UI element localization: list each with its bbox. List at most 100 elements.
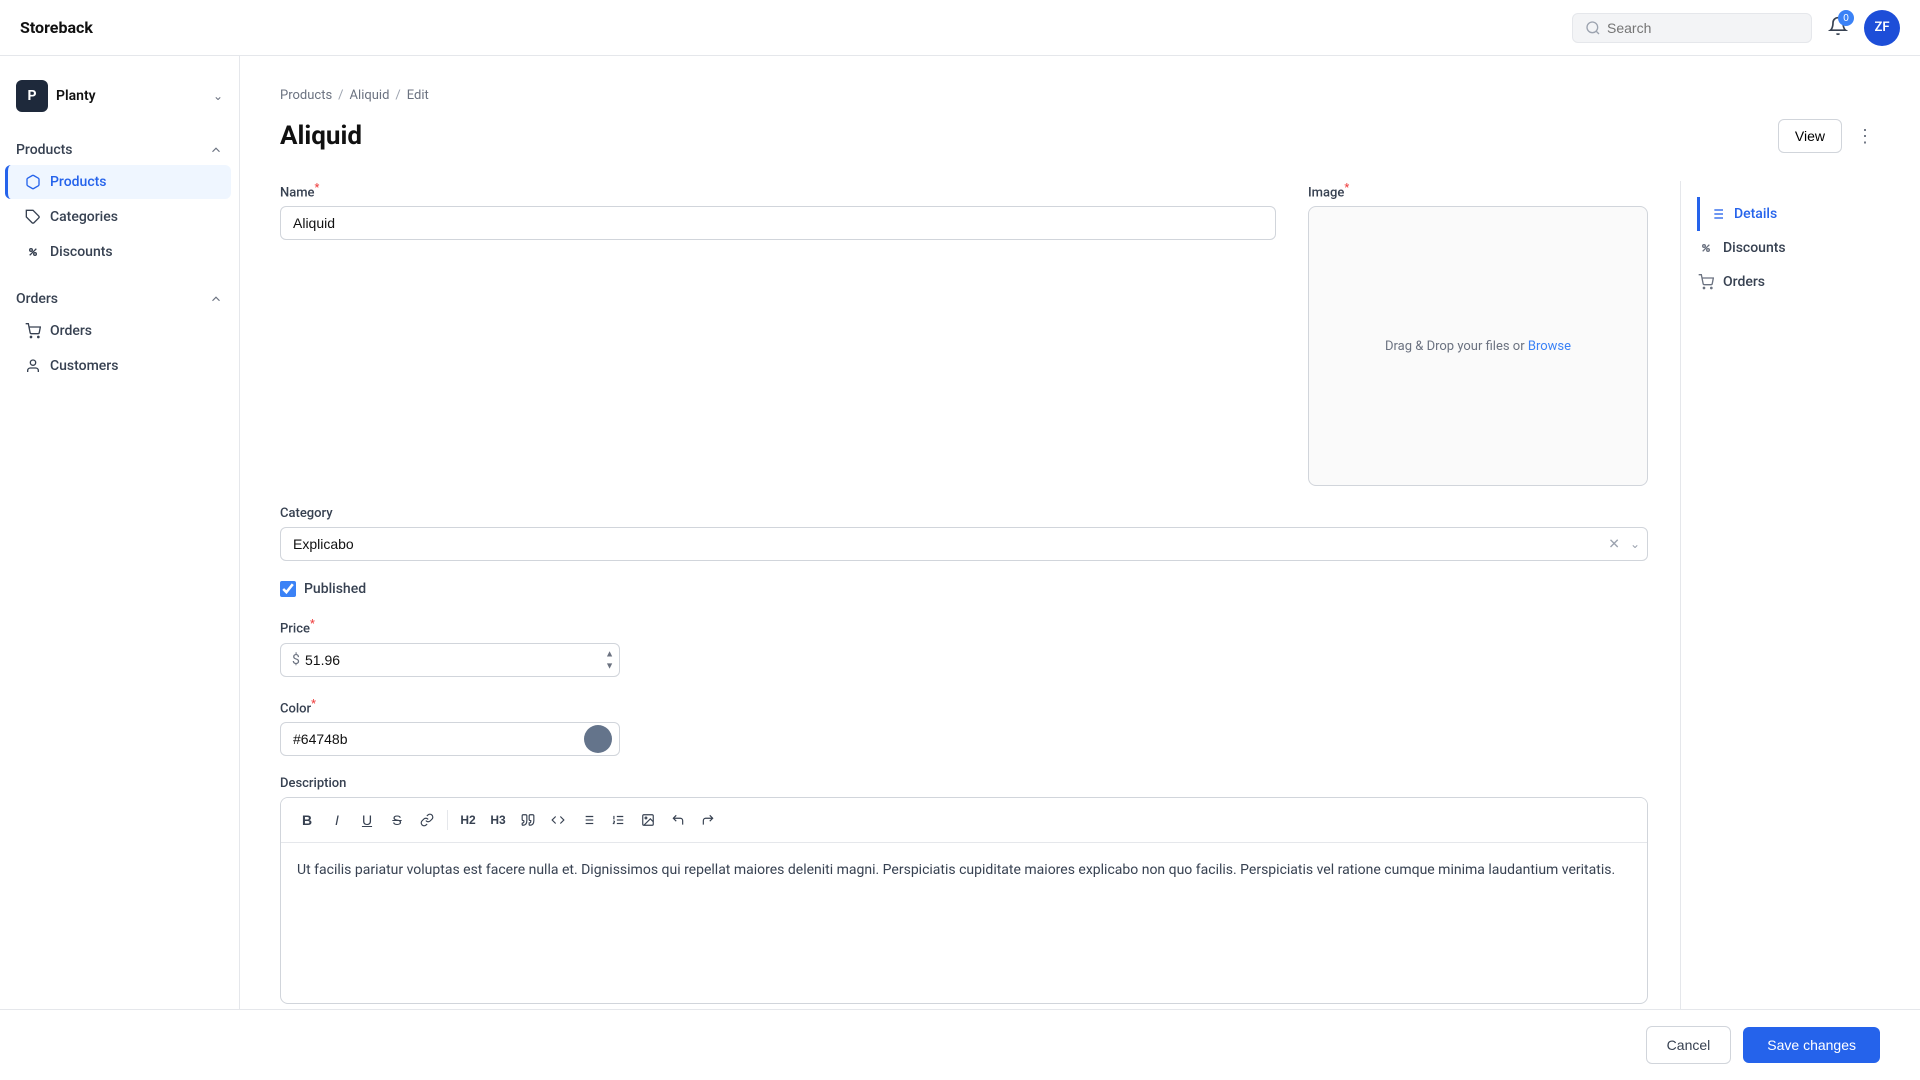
editor-container: B I U S H2 H3 (280, 797, 1648, 1004)
bullet-list-button[interactable] (574, 806, 602, 834)
right-sidebar-details[interactable]: Details (1697, 197, 1864, 231)
right-sidebar-orders[interactable]: Orders (1697, 265, 1864, 299)
undo-button[interactable] (664, 806, 692, 834)
select-clear-button[interactable]: ✕ (1608, 536, 1620, 553)
search-input[interactable] (1607, 20, 1799, 36)
price-spinners: ▲ ▼ (603, 648, 616, 671)
toolbar-separator (447, 810, 448, 830)
sidebar-orders-label: Orders (50, 323, 92, 339)
name-input[interactable] (280, 206, 1276, 240)
notification-badge: 0 (1838, 10, 1854, 26)
cart-icon (24, 322, 42, 340)
price-down-button[interactable]: ▼ (603, 660, 616, 671)
breadcrumb: Products / Aliquid / Edit (280, 88, 1880, 103)
search-box[interactable] (1572, 13, 1812, 43)
box-icon (24, 173, 42, 191)
orders-rs-icon (1697, 273, 1715, 291)
bottom-bar: Cancel Save changes (0, 1009, 1920, 1080)
workspace-name: Planty (56, 88, 96, 104)
form-area: Name* Image* Drag & Drop your files or B… (280, 181, 1880, 1009)
topbar: Storeback 0 ZF (0, 0, 1920, 56)
redo-button[interactable] (694, 806, 722, 834)
color-input[interactable] (280, 722, 620, 756)
sidebar-products-label: Products (50, 174, 107, 190)
category-select-wrapper: Explicabo ✕ ⌄ (280, 527, 1648, 561)
color-swatch-button[interactable] (584, 725, 612, 753)
bold-button[interactable]: B (293, 806, 321, 834)
workspace-selector[interactable]: P Planty ⌄ (0, 72, 239, 120)
sidebar-discounts-label: Discounts (50, 244, 113, 260)
code-button[interactable] (544, 806, 572, 834)
description-group: Description B I U S H2 (280, 776, 1648, 1004)
category-select[interactable]: Explicabo (280, 527, 1648, 561)
form-left: Name* Image* Drag & Drop your files or B… (280, 181, 1648, 1009)
sidebar-item-orders[interactable]: Orders (8, 314, 231, 348)
user-icon (24, 357, 42, 375)
currency-symbol: $ (292, 652, 300, 668)
page-actions: View ⋮ (1778, 119, 1880, 153)
italic-button[interactable]: I (323, 806, 351, 834)
color-input-wrapper (280, 722, 620, 756)
h2-button[interactable]: H2 (454, 806, 482, 834)
price-input-wrapper: $ ▲ ▼ (280, 643, 620, 677)
price-up-button[interactable]: ▲ (603, 648, 616, 659)
image-label: Image* (1308, 181, 1648, 200)
discount-rs-icon (1697, 239, 1715, 257)
sidebar-item-discounts[interactable]: Discounts (8, 235, 231, 269)
sidebar-orders-section[interactable]: Orders (0, 285, 239, 313)
search-icon (1585, 20, 1601, 36)
notification-button[interactable]: 0 (1824, 12, 1852, 43)
price-group: Price* $ ▲ ▼ (280, 617, 620, 676)
collapse-icon (209, 143, 223, 157)
chevron-down-icon: ⌄ (213, 89, 223, 103)
ordered-list-button[interactable] (604, 806, 632, 834)
description-label: Description (280, 776, 1648, 791)
sidebar-products-section[interactable]: Products (0, 136, 239, 164)
published-label[interactable]: Published (304, 581, 366, 597)
right-sidebar-orders-label: Orders (1723, 274, 1765, 290)
right-sidebar: Details Discounts Orders (1680, 181, 1880, 1009)
name-group: Name* (280, 181, 1276, 486)
published-checkbox[interactable] (280, 581, 296, 597)
published-row: Published (280, 581, 1648, 597)
topbar-right: 0 ZF (1572, 10, 1900, 46)
topbar-left: Storeback (20, 18, 93, 37)
quote-button[interactable] (514, 806, 542, 834)
collapse-orders-icon (209, 292, 223, 306)
page-title: Aliquid (280, 121, 362, 151)
category-group: Category Explicabo ✕ ⌄ (280, 506, 1648, 561)
link-button[interactable] (413, 806, 441, 834)
browse-link[interactable]: Browse (1528, 339, 1571, 354)
right-sidebar-details-label: Details (1734, 206, 1777, 222)
more-options-button[interactable]: ⋮ (1850, 120, 1880, 153)
list-icon (1708, 205, 1726, 223)
image-drop-text: Drag & Drop your files or Browse (1385, 339, 1571, 354)
sidebar-customers-label: Customers (50, 358, 118, 374)
price-input[interactable] (280, 643, 620, 677)
strikethrough-button[interactable]: S (383, 806, 411, 834)
sidebar-item-categories[interactable]: Categories (8, 200, 231, 234)
sidebar-item-customers[interactable]: Customers (8, 349, 231, 383)
color-label: Color* (280, 697, 620, 716)
sidebar-item-products[interactable]: Products (5, 165, 231, 199)
workspace-icon: P (16, 80, 48, 112)
name-label: Name* (280, 181, 1276, 200)
view-button[interactable]: View (1778, 119, 1842, 153)
sidebar-categories-label: Categories (50, 209, 118, 225)
editor-toolbar: B I U S H2 H3 (281, 798, 1647, 843)
description-editor[interactable]: Ut facilis pariatur voluptas est facere … (281, 843, 1647, 1003)
save-button[interactable]: Save changes (1743, 1027, 1880, 1063)
image-button[interactable] (634, 806, 662, 834)
underline-button[interactable]: U (353, 806, 381, 834)
price-label: Price* (280, 617, 620, 636)
cancel-button[interactable]: Cancel (1646, 1026, 1732, 1064)
sidebar: P Planty ⌄ Products Products Categorie (0, 56, 240, 1009)
right-sidebar-discounts[interactable]: Discounts (1697, 231, 1864, 265)
app-title: Storeback (20, 18, 93, 37)
discount-icon (24, 243, 42, 261)
h3-button[interactable]: H3 (484, 806, 512, 834)
name-image-row: Name* Image* Drag & Drop your files or B… (280, 181, 1648, 486)
right-sidebar-discounts-label: Discounts (1723, 240, 1786, 256)
tag-icon (24, 208, 42, 226)
image-upload-area[interactable]: Drag & Drop your files or Browse (1308, 206, 1648, 486)
